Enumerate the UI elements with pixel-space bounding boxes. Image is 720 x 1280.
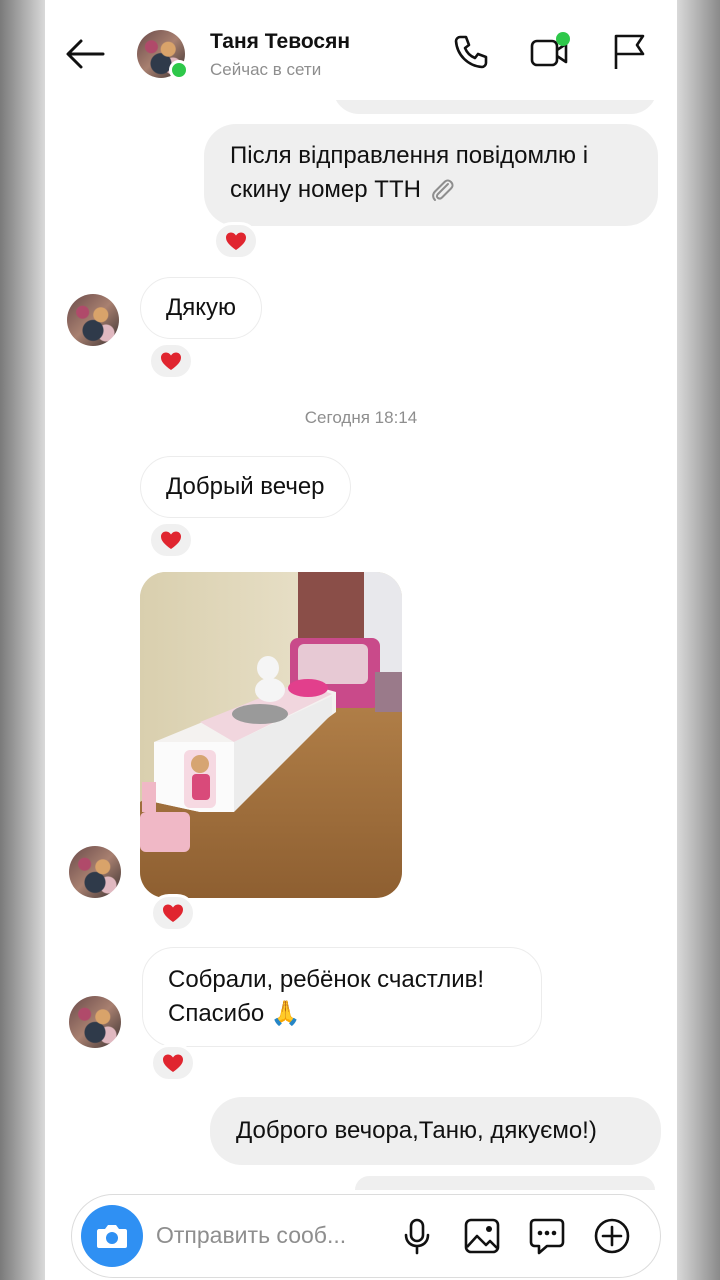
message-input[interactable]: Отправить сооб...	[156, 1222, 346, 1249]
message-text-line: скину номер ТТН	[230, 176, 421, 203]
bedroom-photo-illustration	[140, 572, 402, 898]
heart-icon	[163, 1054, 183, 1072]
heart-reaction[interactable]	[213, 222, 259, 260]
flag-icon[interactable]	[610, 32, 650, 72]
phone-call-icon[interactable]	[451, 32, 491, 72]
heart-reaction[interactable]	[148, 521, 194, 559]
heart-reaction[interactable]	[150, 894, 196, 932]
message-text: Добрый вечер	[166, 473, 325, 500]
praying-hands-emoji: 🙏	[270, 1000, 301, 1027]
back-arrow-icon[interactable]	[65, 36, 105, 72]
contact-status: Сейчас в сети	[210, 60, 322, 79]
contact-avatar[interactable]	[137, 30, 189, 80]
chat-screen: Таня Тевосян Сейчас в сети Після відправ…	[45, 0, 677, 1280]
heart-reaction[interactable]	[150, 1044, 196, 1082]
message-text-line: Спасибо	[168, 1000, 265, 1027]
video-active-indicator	[556, 32, 570, 46]
heart-icon	[226, 232, 246, 250]
online-indicator	[169, 60, 189, 80]
add-circle-icon[interactable]	[592, 1216, 632, 1256]
heart-icon	[163, 904, 183, 922]
message-composer: Отправить сооб...	[71, 1194, 661, 1278]
heart-icon	[161, 531, 181, 549]
message-bubble-outgoing[interactable]: Доброго вечора,Таню, дякуємо!)	[210, 1097, 661, 1165]
heart-icon	[161, 352, 181, 370]
message-text-line: Собрали, ребёнок счастлив!	[168, 966, 485, 993]
message-text: Доброго вечора,Таню, дякуємо!)	[236, 1117, 597, 1144]
timestamp-divider: Сегодня 18:14	[304, 408, 418, 427]
chat-header: Таня Тевосян Сейчас в сети	[45, 0, 677, 100]
contact-name[interactable]: Таня Тевосян	[210, 30, 350, 54]
camera-button[interactable]	[81, 1205, 143, 1267]
message-bubble-incoming[interactable]: Добрый вечер	[140, 456, 351, 518]
message-bubble-incoming[interactable]: Дякую	[140, 277, 263, 339]
heart-reaction[interactable]	[148, 342, 194, 380]
sender-avatar[interactable]	[69, 846, 121, 898]
message-text: Дякую	[166, 294, 237, 321]
camera-icon	[97, 1225, 127, 1248]
chat-sticker-icon[interactable]	[527, 1216, 567, 1256]
microphone-icon[interactable]	[397, 1216, 437, 1256]
message-bubble-incoming[interactable]: Собрали, ребёнок счастлив! Спасибо 🙏	[142, 947, 542, 1047]
message-bubble-outgoing-partial	[355, 1176, 655, 1190]
sender-avatar[interactable]	[69, 996, 121, 1048]
message-photo[interactable]	[140, 572, 402, 898]
sender-avatar[interactable]	[67, 294, 119, 346]
paperclip-icon	[432, 179, 454, 201]
message-text-line: Після відправлення повідомлю і	[230, 142, 589, 169]
message-bubble-outgoing[interactable]: Після відправлення повідомлю і скину ном…	[204, 124, 658, 226]
gallery-icon[interactable]	[462, 1216, 502, 1256]
